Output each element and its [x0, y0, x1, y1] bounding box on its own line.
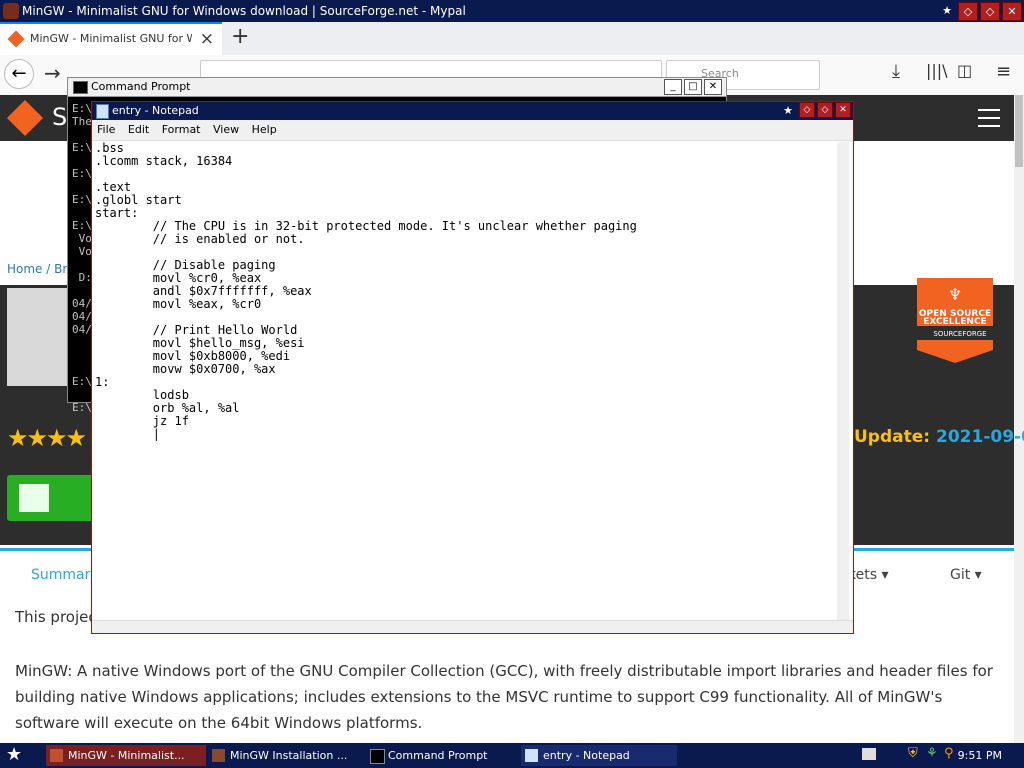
shield-icon[interactable]: ⛨: [908, 746, 918, 761]
notepad-minimize-button[interactable]: ◇: [799, 102, 815, 118]
cmd-icon: [370, 749, 385, 764]
download-button-icon: [19, 484, 49, 512]
taskbar-label: Command Prompt: [388, 749, 488, 762]
menu-file[interactable]: File: [97, 123, 115, 136]
close-tab-icon[interactable]: ×: [200, 29, 214, 49]
sourceforge-logo-text: S: [52, 103, 68, 131]
taskbar-item-installer[interactable]: MinGW Installation ...: [208, 745, 364, 766]
tab-tickets[interactable]: kets ▾: [848, 567, 888, 583]
badge-line2: EXCELLENCE: [923, 317, 986, 327]
torch-icon: ♆: [948, 285, 962, 304]
back-button[interactable]: ←: [4, 59, 34, 89]
notepad-menubar: File Edit Format View Help: [92, 120, 853, 141]
network-icon[interactable]: ⚘: [926, 746, 938, 761]
maximize-button[interactable]: ◇: [980, 2, 1000, 21]
open-source-excellence-badge: OPEN SOURCE EXCELLENCE SOURCEFORGE ♆: [907, 278, 1003, 363]
browser-tab[interactable]: MinGW - Minimalist GNU for Windo ×: [0, 22, 222, 55]
sourceforge-favicon-icon: [7, 30, 25, 48]
update-date: 2021-09-05: [936, 427, 1024, 447]
mypal-app-icon: [3, 3, 19, 19]
menu-edit[interactable]: Edit: [128, 123, 149, 136]
download-icon[interactable]: ⤓: [892, 61, 900, 82]
cmd-output: E:\ The E:\ E:\ E:\ E:\ Vo Vo D: 04/ 04/…: [72, 102, 92, 414]
taskbar-label: MinGW Installation ...: [230, 749, 348, 762]
tab-summary[interactable]: Summary: [31, 567, 99, 583]
cmd-close-button[interactable]: ✕: [704, 79, 722, 95]
installer-icon: [212, 749, 225, 762]
notepad-title: entry - Notepad: [112, 104, 199, 117]
mypal-icon: [50, 749, 63, 762]
new-tab-icon[interactable]: +: [231, 24, 249, 49]
keyboard-icon[interactable]: [862, 748, 876, 760]
notepad-app-icon: [96, 104, 109, 119]
start-button[interactable]: ★: [6, 744, 22, 765]
hamburger-menu-icon[interactable]: [978, 109, 1000, 133]
system-tray: ⛨ ⚘ ⚲ 9:51 PM: [860, 746, 1020, 765]
sidebar-icon[interactable]: ◫: [957, 61, 972, 80]
star-icon[interactable]: ★: [938, 2, 956, 19]
close-button[interactable]: ✕: [1002, 2, 1022, 21]
forward-icon[interactable]: →: [44, 61, 61, 85]
clock: 9:51 PM: [957, 749, 1002, 762]
notepad-text-area[interactable]: .bss .lcomm stack, 16384 .text .globl st…: [95, 142, 835, 620]
badge-line3: SOURCEFORGE: [933, 330, 986, 338]
browser-titlebar[interactable]: MinGW - Minimalist GNU for Windows downl…: [0, 0, 1024, 22]
browser-window-title: MinGW - Minimalist GNU for Windows downl…: [22, 4, 466, 18]
download-button[interactable]: [7, 475, 97, 521]
breadcrumb[interactable]: Home / Bro: [7, 262, 74, 276]
last-update: Update: 2021-09-05: [854, 427, 1024, 447]
taskbar: ★ MinGW - Minimalist... MinGW Installati…: [0, 743, 1024, 768]
project-description: MinGW: A native Windows port of the GNU …: [15, 662, 993, 732]
rating-stars: ★★★★: [7, 424, 87, 452]
taskbar-label: MinGW - Minimalist...: [68, 749, 185, 762]
notepad-close-button[interactable]: ✕: [835, 102, 851, 118]
taskbar-item-notepad[interactable]: entry - Notepad: [521, 745, 677, 766]
menu-view[interactable]: View: [213, 123, 239, 136]
search-tray-icon[interactable]: ⚲: [944, 746, 954, 761]
tab-git[interactable]: Git ▾: [950, 567, 982, 583]
sourceforge-logo-icon[interactable]: [6, 99, 44, 137]
taskbar-item-browser[interactable]: MinGW - Minimalist...: [46, 745, 206, 766]
cmd-maximize-button[interactable]: □: [684, 79, 702, 95]
menu-icon[interactable]: ≡: [996, 61, 1011, 82]
notepad-titlebar[interactable]: entry - Notepad ★ ◇ ◇ ✕: [92, 102, 853, 120]
library-icon[interactable]: |||\: [926, 61, 948, 80]
project-intro-text: This projec: [15, 608, 97, 626]
menu-format[interactable]: Format: [162, 123, 201, 136]
taskbar-label: entry - Notepad: [543, 749, 630, 762]
tab-title: MinGW - Minimalist GNU for Windo: [30, 32, 192, 45]
scrollbar-thumb[interactable]: [1015, 95, 1023, 167]
page-scrollbar[interactable]: [1014, 95, 1024, 743]
notepad-vertical-scrollbar[interactable]: [837, 142, 849, 620]
cmd-minimize-button[interactable]: _: [664, 79, 682, 95]
tab-bar: MinGW - Minimalist GNU for Windo × +: [0, 22, 1024, 55]
notepad-icon: [525, 749, 538, 762]
update-label: Update:: [854, 427, 931, 447]
notepad-window[interactable]: entry - Notepad ★ ◇ ◇ ✕ File Edit Format…: [91, 101, 854, 634]
taskbar-item-cmd[interactable]: Command Prompt: [366, 745, 518, 766]
notepad-maximize-button[interactable]: ◇: [817, 102, 833, 118]
minimize-button[interactable]: ◇: [958, 2, 978, 21]
notepad-horizontal-scrollbar[interactable]: [92, 620, 853, 633]
cmd-titlebar[interactable]: Command Prompt _ □ ✕: [68, 78, 726, 97]
cmd-title: Command Prompt: [91, 80, 191, 93]
menu-help[interactable]: Help: [252, 123, 277, 136]
cmd-app-icon: [73, 81, 88, 94]
notepad-star-icon[interactable]: ★: [779, 102, 797, 119]
